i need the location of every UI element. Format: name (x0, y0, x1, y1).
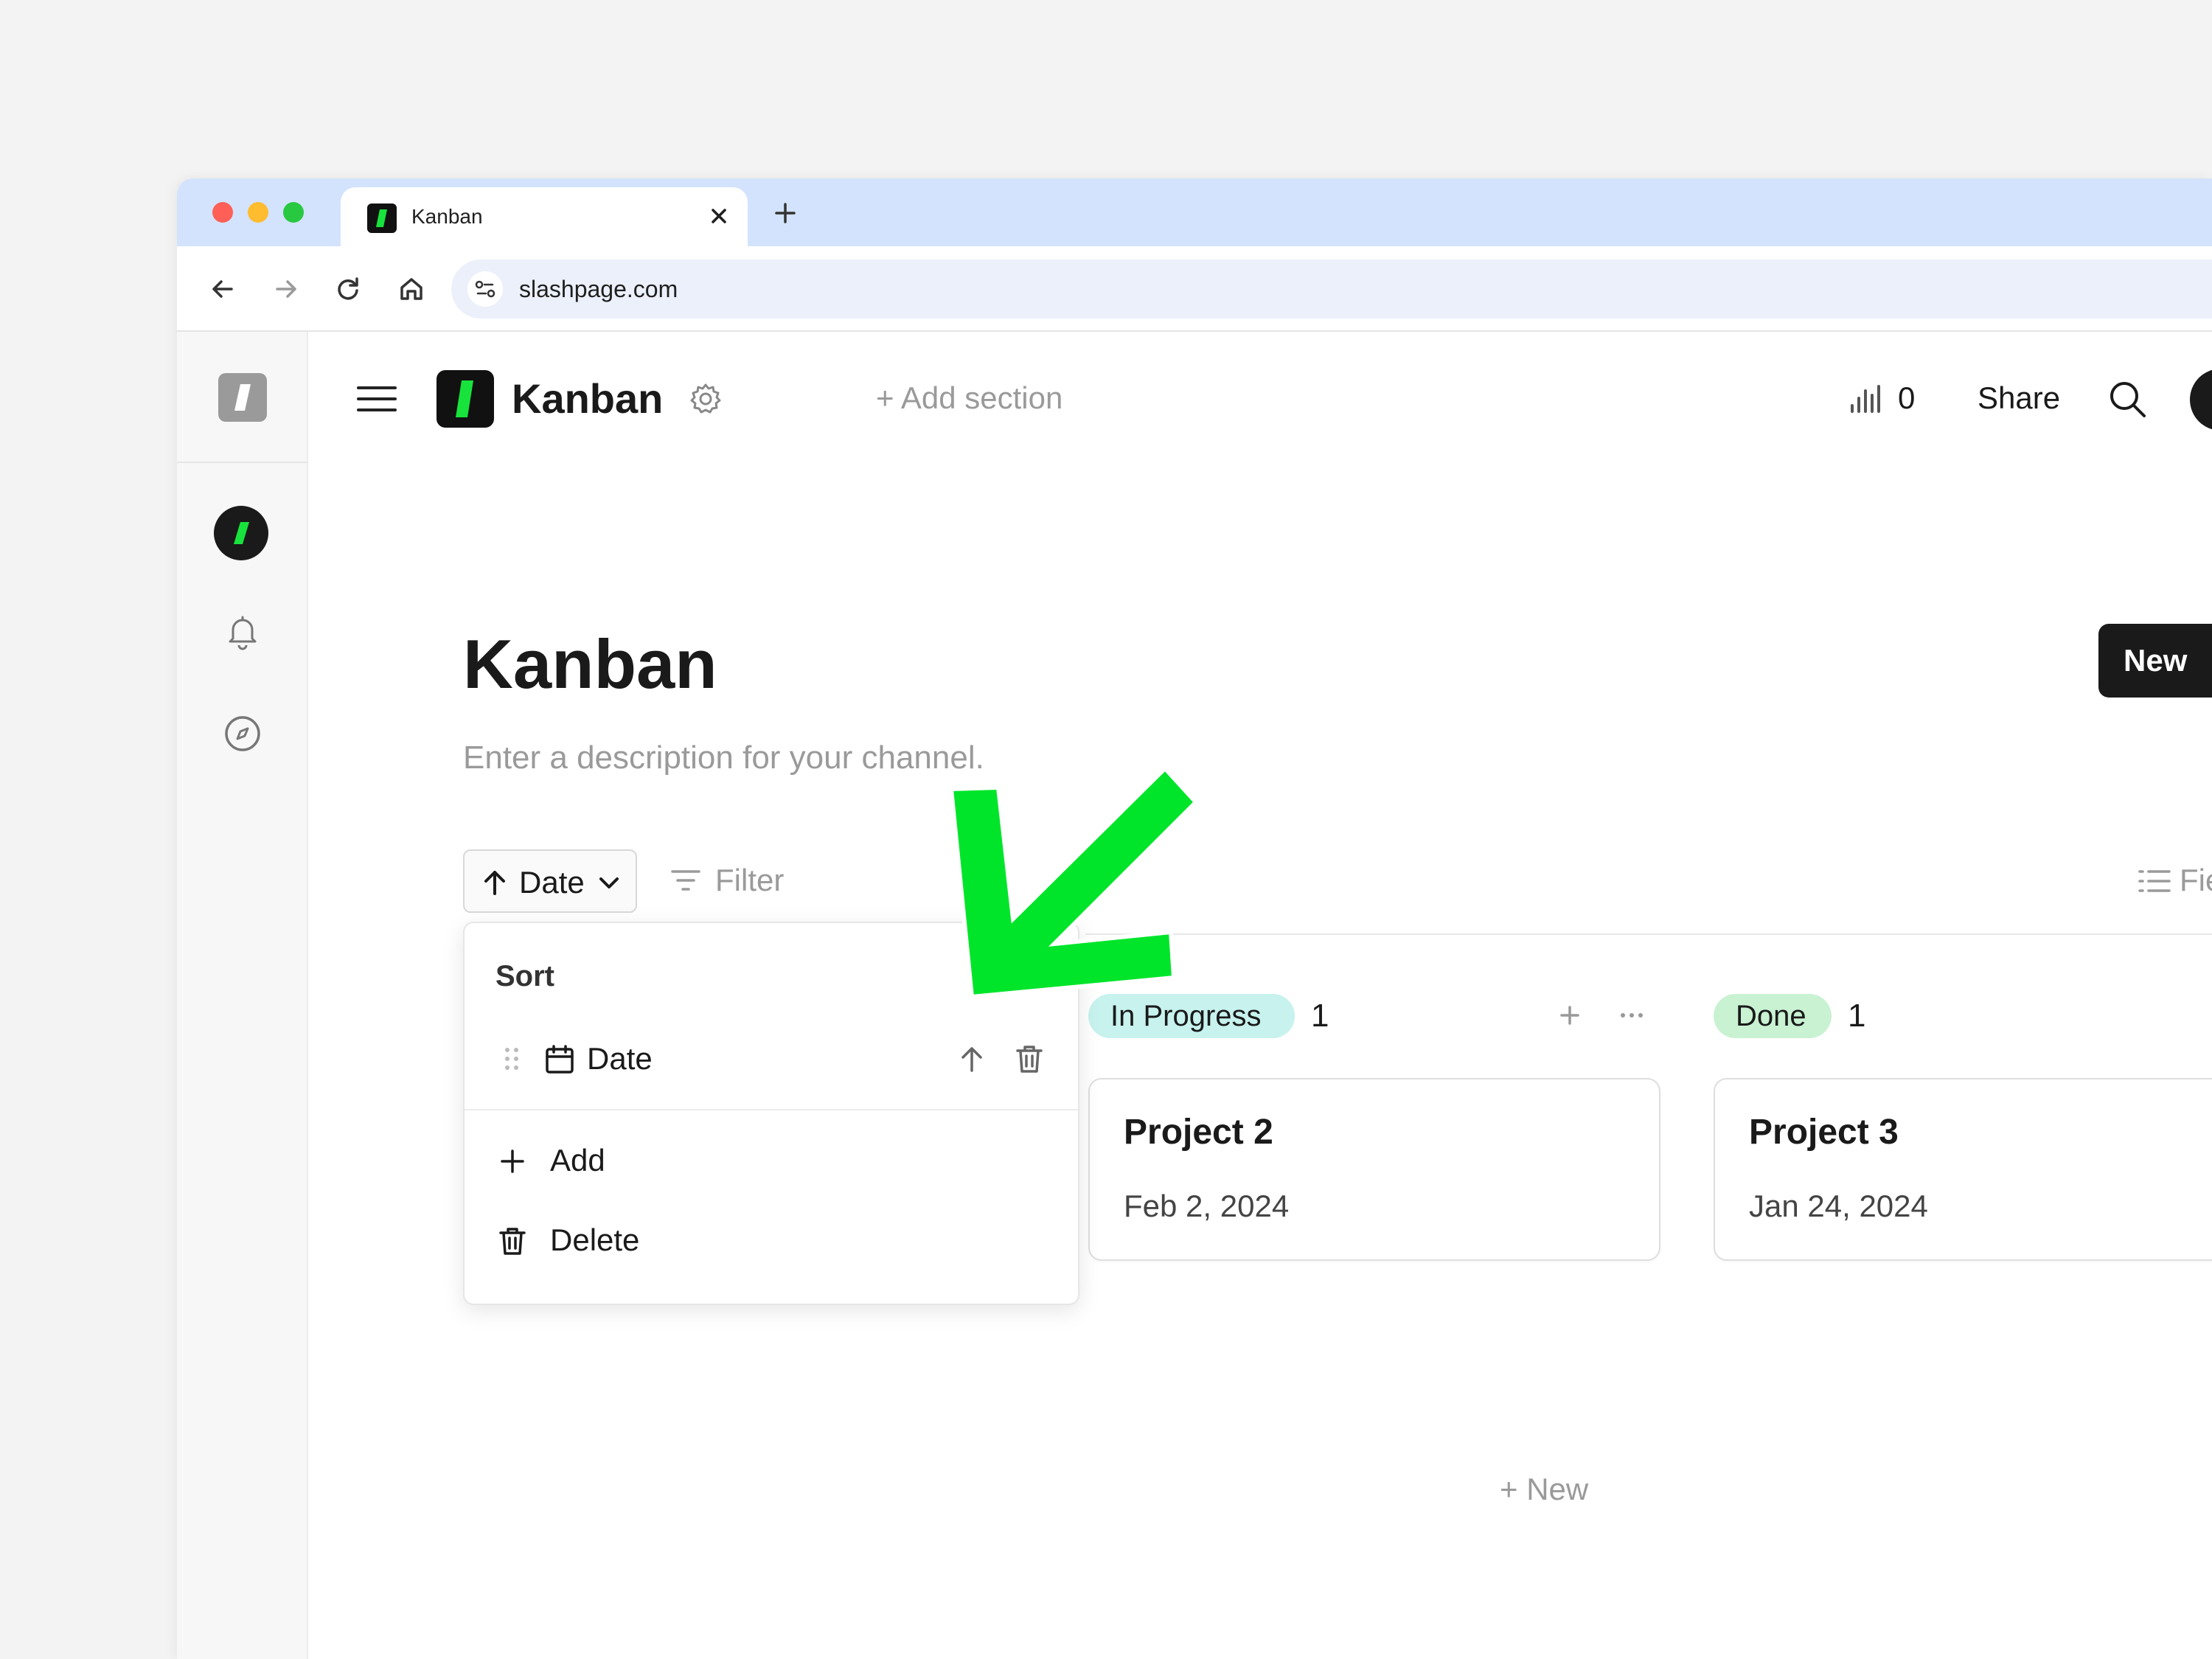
sort-direction-arrow-icon[interactable] (954, 1041, 990, 1077)
new-tab-icon[interactable] (767, 195, 804, 232)
column-new-button[interactable]: + New (1500, 1469, 1588, 1510)
sort-popover-title: Sort (495, 960, 554, 992)
user-avatar[interactable] (2190, 369, 2212, 431)
sidebar-divider (177, 462, 308, 463)
list-icon[interactable] (2135, 863, 2172, 900)
channel-title: Kanban (512, 375, 664, 422)
stats-bar-chart-icon[interactable] (1846, 380, 1883, 417)
slashpage-logo-icon[interactable] (218, 373, 267, 422)
workspace-avatar[interactable] (214, 506, 268, 560)
column-add-icon[interactable] (1550, 995, 1590, 1035)
kanban-card[interactable]: Project 2 Feb 2, 2024 (1088, 1078, 1660, 1261)
bell-icon[interactable] (220, 609, 265, 655)
column-count-done: 1 (1848, 998, 1866, 1034)
forward-arrow-icon[interactable] (265, 268, 307, 310)
site-settings-icon[interactable] (467, 271, 503, 307)
tab-close-icon[interactable] (700, 198, 737, 234)
card-date: Feb 2, 2024 (1124, 1189, 1290, 1223)
annotation-arrow-icon (948, 765, 1200, 1000)
trash-icon (495, 1224, 529, 1258)
chevron-down-icon (594, 869, 624, 898)
drag-handle-icon[interactable] (495, 1043, 528, 1075)
column-count-in-progress: 1 (1311, 998, 1329, 1034)
home-icon[interactable] (391, 268, 432, 310)
left-sidebar (177, 332, 308, 1659)
compass-icon[interactable] (220, 711, 265, 757)
sort-rule-field[interactable]: Date (587, 1040, 653, 1078)
new-post-button[interactable]: New (2098, 624, 2212, 698)
card-title: Project 2 (1124, 1113, 1273, 1152)
add-sort-button[interactable]: Add (495, 1133, 864, 1189)
maximize-window-button[interactable] (283, 202, 304, 223)
search-icon[interactable] (2106, 378, 2149, 420)
popover-divider (465, 1109, 1078, 1110)
close-window-button[interactable] (212, 202, 233, 223)
column-more-icon[interactable] (1612, 995, 1652, 1035)
channel-logo-icon (437, 370, 494, 428)
slashpage-favicon-icon (367, 204, 397, 233)
add-section-button[interactable]: + Add section (876, 378, 1062, 419)
tab-title: Kanban (411, 205, 483, 228)
fields-button[interactable]: Fie (2180, 861, 2212, 900)
share-button[interactable]: Share (1978, 378, 2060, 419)
filter-icon[interactable] (668, 863, 703, 898)
address-bar[interactable]: slashpage.com (451, 260, 2212, 319)
delete-sort-button[interactable]: Delete (495, 1212, 864, 1268)
page-title: Kanban (463, 625, 717, 703)
calendar-icon (543, 1043, 577, 1077)
hamburger-menu-icon[interactable] (354, 376, 400, 422)
page-description[interactable]: Enter a description for your channel. (463, 736, 984, 780)
reload-icon[interactable] (327, 268, 369, 310)
kanban-card[interactable]: Project 3 Jan 24, 2024 (1714, 1078, 2212, 1261)
sort-button-label: Date (519, 865, 585, 900)
add-sort-label: Add (550, 1143, 605, 1178)
arrow-up-icon (478, 866, 512, 900)
card-date: Jan 24, 2024 (1749, 1189, 1928, 1223)
card-title: Project 3 (1749, 1113, 1899, 1152)
column-badge-done[interactable]: Done (1714, 994, 1832, 1038)
tab-strip: Kanban (177, 178, 2212, 246)
plus-icon (495, 1144, 529, 1178)
filter-button[interactable]: Filter (715, 861, 784, 900)
delete-sort-label: Delete (550, 1222, 640, 1257)
browser-toolbar: slashpage.com (177, 246, 2212, 332)
gear-icon[interactable] (687, 380, 724, 417)
board-divider (1085, 933, 2212, 935)
tab-kanban[interactable]: Kanban (341, 187, 748, 246)
trash-icon[interactable] (1012, 1041, 1047, 1077)
view-count: 0 (1898, 380, 1916, 415)
sort-button[interactable]: Date (463, 849, 637, 913)
minimize-window-button[interactable] (248, 202, 268, 223)
back-arrow-icon[interactable] (202, 268, 243, 310)
url-text: slashpage.com (519, 276, 678, 302)
